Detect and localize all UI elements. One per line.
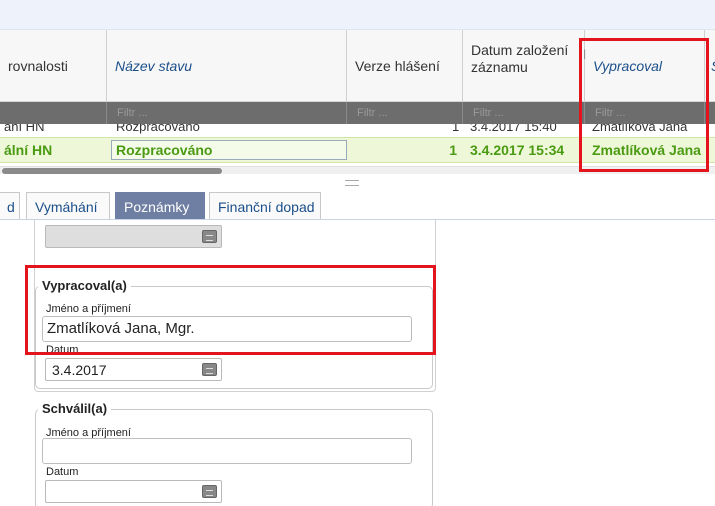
column-header-vypracoval[interactable]: Vypracoval xyxy=(585,30,705,102)
app-page: rovnalosti Název stavu Verze hlášení Dat… xyxy=(0,0,715,506)
schvalil-legend: Schválil(a) xyxy=(38,401,112,416)
date-value: 3.4.2017 xyxy=(52,362,107,378)
tab-vymahani[interactable]: Vymáhání xyxy=(26,192,110,220)
column-header-label: Datum založení záznamu xyxy=(471,42,569,75)
table-cell: 1 xyxy=(449,142,457,158)
tab-partial[interactable]: d xyxy=(0,192,20,220)
table-row-selected[interactable]: ální HN Rozpracováno 1 3.4.2017 15:34 Zm… xyxy=(0,137,715,163)
filter-input[interactable]: Filtr ... xyxy=(463,102,585,124)
column-header-label: Verze hlášení xyxy=(355,58,440,74)
column-header-label: Název stavu xyxy=(115,58,193,74)
tab-poznamky[interactable]: Poznámky xyxy=(115,192,205,220)
scrollbar-thumb[interactable] xyxy=(2,168,222,174)
filter-row: Filtr ... Filtr ... Filtr ... Filtr ... xyxy=(0,102,715,124)
vypracoval-date-label: Datum xyxy=(46,344,79,356)
table-cell-editing[interactable]: Rozpracováno xyxy=(111,140,347,160)
tab-label: Poznámky xyxy=(124,198,190,215)
vypracoval-date-field[interactable]: 3.4.2017 xyxy=(45,358,222,381)
column-header-label: S xyxy=(711,58,715,74)
schvalil-name-field[interactable] xyxy=(42,438,412,464)
filter-input[interactable]: Filtr ... xyxy=(347,102,463,124)
column-header-partial[interactable]: S xyxy=(705,30,715,102)
column-header-rovnalosti[interactable]: rovnalosti xyxy=(0,30,107,102)
vypracoval-legend: Vypracoval(a) xyxy=(38,278,131,293)
column-header-nazev-stavu[interactable]: Název stavu xyxy=(107,30,347,102)
filter-input[interactable]: Filtr ... xyxy=(107,102,347,124)
calendar-icon[interactable] xyxy=(202,363,217,376)
horizontal-scrollbar[interactable] xyxy=(0,166,715,174)
column-header-label: Vypracoval xyxy=(593,58,663,74)
table-cell: ání HN xyxy=(4,124,45,134)
vypracoval-name-field[interactable]: Zmatlíková Jana, Mgr. xyxy=(42,316,412,342)
splitter-handle-icon[interactable] xyxy=(345,180,359,186)
disabled-date-field xyxy=(45,225,222,248)
column-header-datum-zalozeni[interactable]: Datum založení záznamu | xyxy=(463,30,586,102)
table-cell: 1 xyxy=(452,124,460,134)
table-row[interactable]: ání HN Rozpracováno 1 3.4.2017 15:40 Zma… xyxy=(0,124,715,136)
table-cell: 3.4.2017 15:40 xyxy=(470,124,557,134)
tab-label: d xyxy=(7,198,15,215)
table-cell: Zmatlíková Jana xyxy=(592,124,688,134)
grid-header: rovnalosti Název stavu Verze hlášení Dat… xyxy=(0,30,715,102)
table-cell: ální HN xyxy=(4,142,53,158)
column-header-label: rovnalosti xyxy=(8,58,68,74)
calendar-icon[interactable] xyxy=(202,485,217,498)
column-header-verze-hlaseni[interactable]: Verze hlášení xyxy=(347,30,463,102)
table-cell: 3.4.2017 15:34 xyxy=(470,142,565,158)
calendar-icon xyxy=(202,230,217,243)
vypracoval-name-label: Jméno a příjmení xyxy=(46,303,131,315)
tab-label: Finanční dopad xyxy=(218,198,315,215)
tab-financni-dopad[interactable]: Finanční dopad xyxy=(209,192,321,220)
filter-input[interactable]: Filtr ... xyxy=(585,102,705,124)
filter-input[interactable] xyxy=(0,102,107,124)
top-toolbar-band xyxy=(0,0,715,30)
table-cell: Zmatlíková Jana xyxy=(592,142,701,158)
schvalil-date-field[interactable] xyxy=(45,480,222,503)
schvalil-date-label: Datum xyxy=(46,466,79,478)
tab-label: Vymáhání xyxy=(35,198,98,215)
table-cell: Rozpracováno xyxy=(116,124,200,134)
